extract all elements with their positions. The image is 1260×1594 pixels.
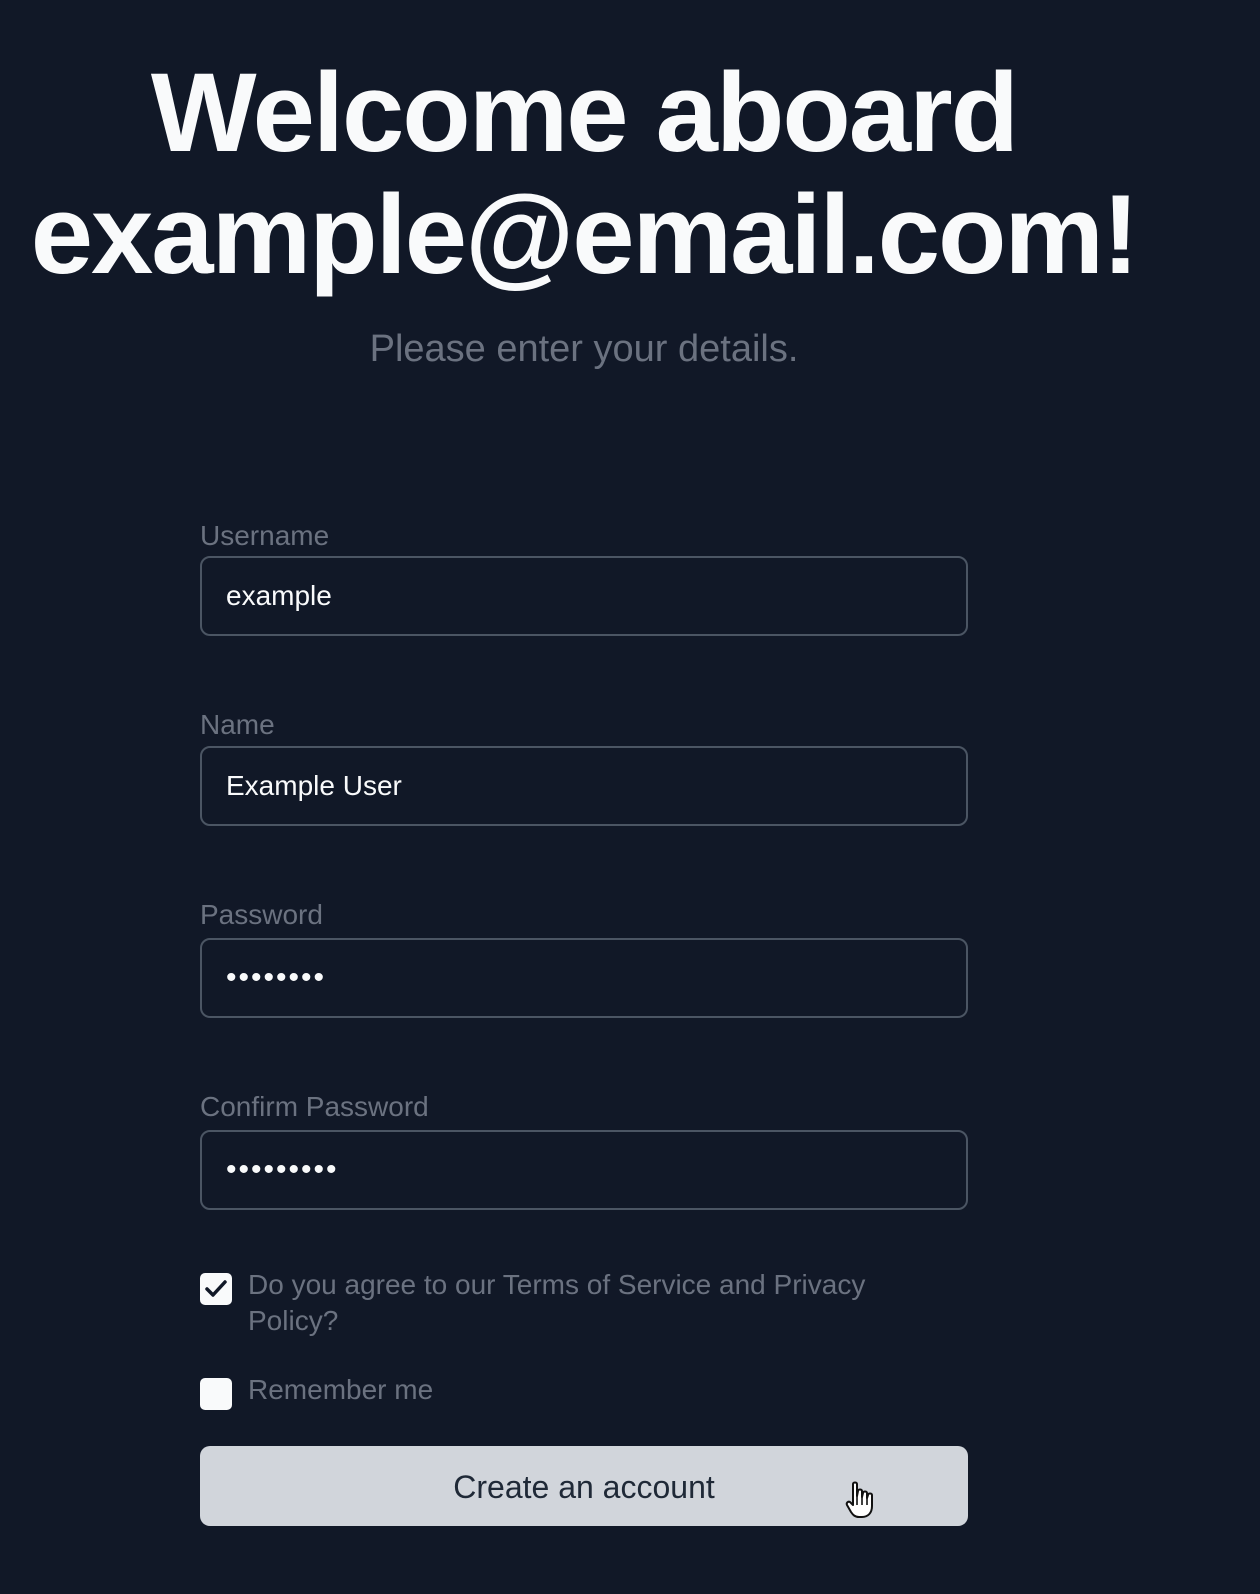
check-icon (205, 1280, 227, 1297)
terms-checkbox[interactable] (200, 1273, 232, 1305)
signup-page: Welcome aboard example@email.com! Please… (0, 0, 1260, 1594)
confirm-password-input[interactable] (200, 1130, 968, 1210)
page-title-line-2: example@email.com! (30, 172, 1140, 297)
remember-label[interactable]: Remember me (248, 1372, 948, 1408)
name-label: Name (200, 709, 275, 740)
remember-checkbox[interactable] (200, 1378, 232, 1410)
username-input[interactable] (200, 556, 968, 636)
confirm-password-label: Confirm Password (200, 1091, 429, 1122)
page-title: Welcome aboard example@email.com! (0, 52, 1168, 296)
page-subtitle: Please enter your details. (369, 328, 799, 370)
terms-label[interactable]: Do you agree to our Terms of Service and… (248, 1267, 948, 1339)
hand-pointer-icon (845, 1481, 873, 1518)
page-title-line-1: Welcome aboard (150, 50, 1019, 175)
password-label: Password (200, 899, 323, 930)
password-input[interactable] (200, 938, 968, 1018)
name-input[interactable] (200, 746, 968, 826)
username-label: Username (200, 520, 330, 551)
